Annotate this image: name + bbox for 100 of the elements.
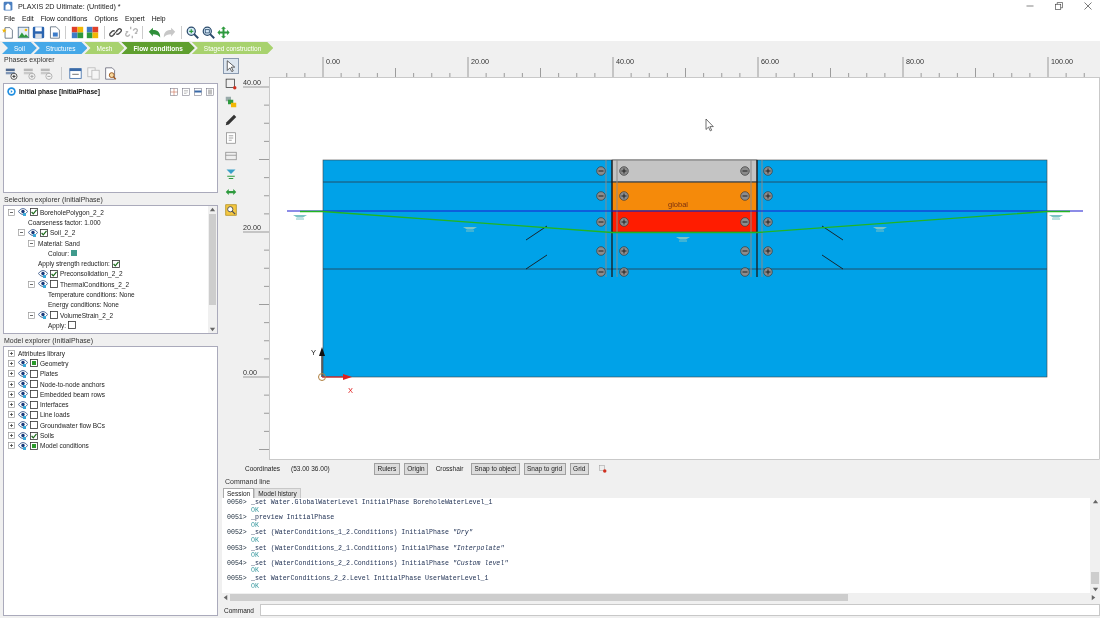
checkbox[interactable] (30, 208, 38, 217)
tree-expander[interactable] (8, 380, 15, 388)
tree-expander[interactable] (8, 208, 15, 216)
undo-icon[interactable] (147, 26, 161, 39)
eye-icon[interactable] (38, 269, 48, 278)
scroll-thumb[interactable] (209, 214, 216, 305)
plus-sign-icon (619, 217, 629, 227)
plus-sign-icon (763, 217, 773, 227)
tree-expander[interactable] (18, 229, 25, 237)
vertical-scrollbar[interactable] (1090, 498, 1100, 593)
eye-icon[interactable] (18, 208, 28, 217)
eye-icon[interactable] (38, 280, 48, 289)
water-level-marker-icon (293, 215, 307, 220)
checkbox[interactable] (30, 441, 38, 450)
link-icon[interactable] (109, 26, 122, 39)
water-level-line[interactable] (286, 210, 1084, 212)
plus-sign-icon (763, 166, 773, 176)
tree-expander[interactable] (8, 411, 15, 419)
water-level-marker-icon (463, 227, 477, 232)
color-blocks-icon[interactable] (86, 26, 99, 39)
wall-line[interactable] (611, 159, 613, 278)
document-icon[interactable] (47, 26, 61, 39)
minus-sign-icon (596, 191, 606, 201)
plus-sign-icon (619, 191, 629, 201)
eye-icon[interactable] (38, 311, 48, 320)
eye-icon[interactable] (18, 390, 28, 399)
y-axis-arrow (319, 347, 325, 378)
rectangle-icon[interactable] (223, 76, 239, 92)
minus-sign-icon (596, 246, 606, 256)
checkbox[interactable] (68, 321, 77, 330)
eye-icon[interactable] (28, 228, 38, 237)
document-search-icon[interactable] (104, 67, 117, 80)
plus-sign-icon (619, 166, 629, 176)
checkbox[interactable] (40, 228, 48, 237)
command-input-field[interactable] (260, 604, 1100, 616)
checkbox[interactable] (30, 410, 38, 419)
scroll-thumb[interactable] (1091, 572, 1099, 584)
checkbox[interactable] (30, 431, 38, 440)
anchor-line[interactable] (525, 254, 548, 270)
checkbox[interactable] (30, 380, 38, 389)
tree-expander[interactable] (8, 421, 15, 429)
tree-expander[interactable] (28, 239, 35, 247)
new-file-icon[interactable] (1, 26, 14, 39)
colored-squares-icon[interactable] (223, 94, 239, 110)
save-icon[interactable] (32, 26, 45, 39)
close-icon[interactable] (1084, 2, 1092, 10)
water-level-marker-icon (1049, 215, 1063, 220)
add-phase-icon[interactable] (5, 67, 18, 80)
image-file-icon[interactable] (16, 26, 30, 39)
checkbox[interactable] (50, 311, 58, 320)
anchor-line[interactable] (821, 254, 844, 270)
tree-expander[interactable] (8, 442, 15, 450)
tree-expander[interactable] (8, 359, 15, 367)
minus-sign-icon (740, 166, 750, 176)
eye-icon[interactable] (18, 359, 28, 368)
phase-status-icon (7, 87, 16, 96)
restore-icon[interactable] (1055, 2, 1063, 10)
scroll-thumb[interactable] (230, 594, 848, 601)
move-arrows-icon[interactable] (217, 26, 230, 39)
tree-expander[interactable] (8, 401, 15, 409)
eye-icon[interactable] (18, 369, 28, 378)
eye-icon[interactable] (18, 410, 28, 419)
checkbox[interactable] (30, 359, 38, 368)
magnifier-icon[interactable] (223, 202, 239, 218)
checkbox[interactable] (30, 369, 38, 378)
vertical-scrollbar[interactable] (208, 206, 217, 333)
tree-expander[interactable] (8, 370, 15, 378)
eye-icon[interactable] (18, 431, 28, 440)
origin-marker-icon (318, 373, 326, 381)
pointer-icon[interactable] (223, 58, 239, 74)
zoom-in-icon[interactable] (186, 26, 199, 39)
tree-expander[interactable] (28, 280, 35, 288)
plus-sign-icon (619, 267, 629, 277)
scroll-down-icon[interactable] (209, 326, 216, 333)
window-icon[interactable] (69, 67, 82, 80)
checkbox[interactable] (30, 390, 38, 399)
eye-icon[interactable] (18, 400, 28, 409)
magnifier-icon[interactable] (201, 26, 215, 39)
color-blocks-icon[interactable] (70, 26, 84, 39)
tree-expander[interactable] (8, 390, 15, 398)
soil-cluster[interactable] (611, 159, 758, 183)
minus-sign-icon (596, 217, 606, 227)
anchor-line[interactable] (821, 225, 844, 241)
eye-icon[interactable] (18, 441, 28, 450)
minus-sign-icon (596, 166, 606, 176)
checkbox[interactable] (111, 259, 120, 268)
eye-icon[interactable] (18, 421, 28, 430)
checkbox[interactable] (30, 400, 38, 409)
checkbox[interactable] (50, 269, 58, 278)
eye-icon[interactable] (18, 380, 28, 389)
pencil-icon[interactable] (223, 112, 239, 128)
wall-line[interactable] (756, 159, 758, 278)
scroll-up-icon[interactable] (1091, 498, 1099, 505)
tree-expander[interactable] (28, 311, 35, 319)
tree-expander[interactable] (8, 432, 15, 439)
tree-expander[interactable] (8, 349, 15, 357)
checkbox[interactable] (30, 421, 38, 430)
anchor-line[interactable] (525, 225, 548, 241)
checkbox[interactable] (50, 280, 58, 289)
window-icon[interactable] (194, 87, 202, 96)
